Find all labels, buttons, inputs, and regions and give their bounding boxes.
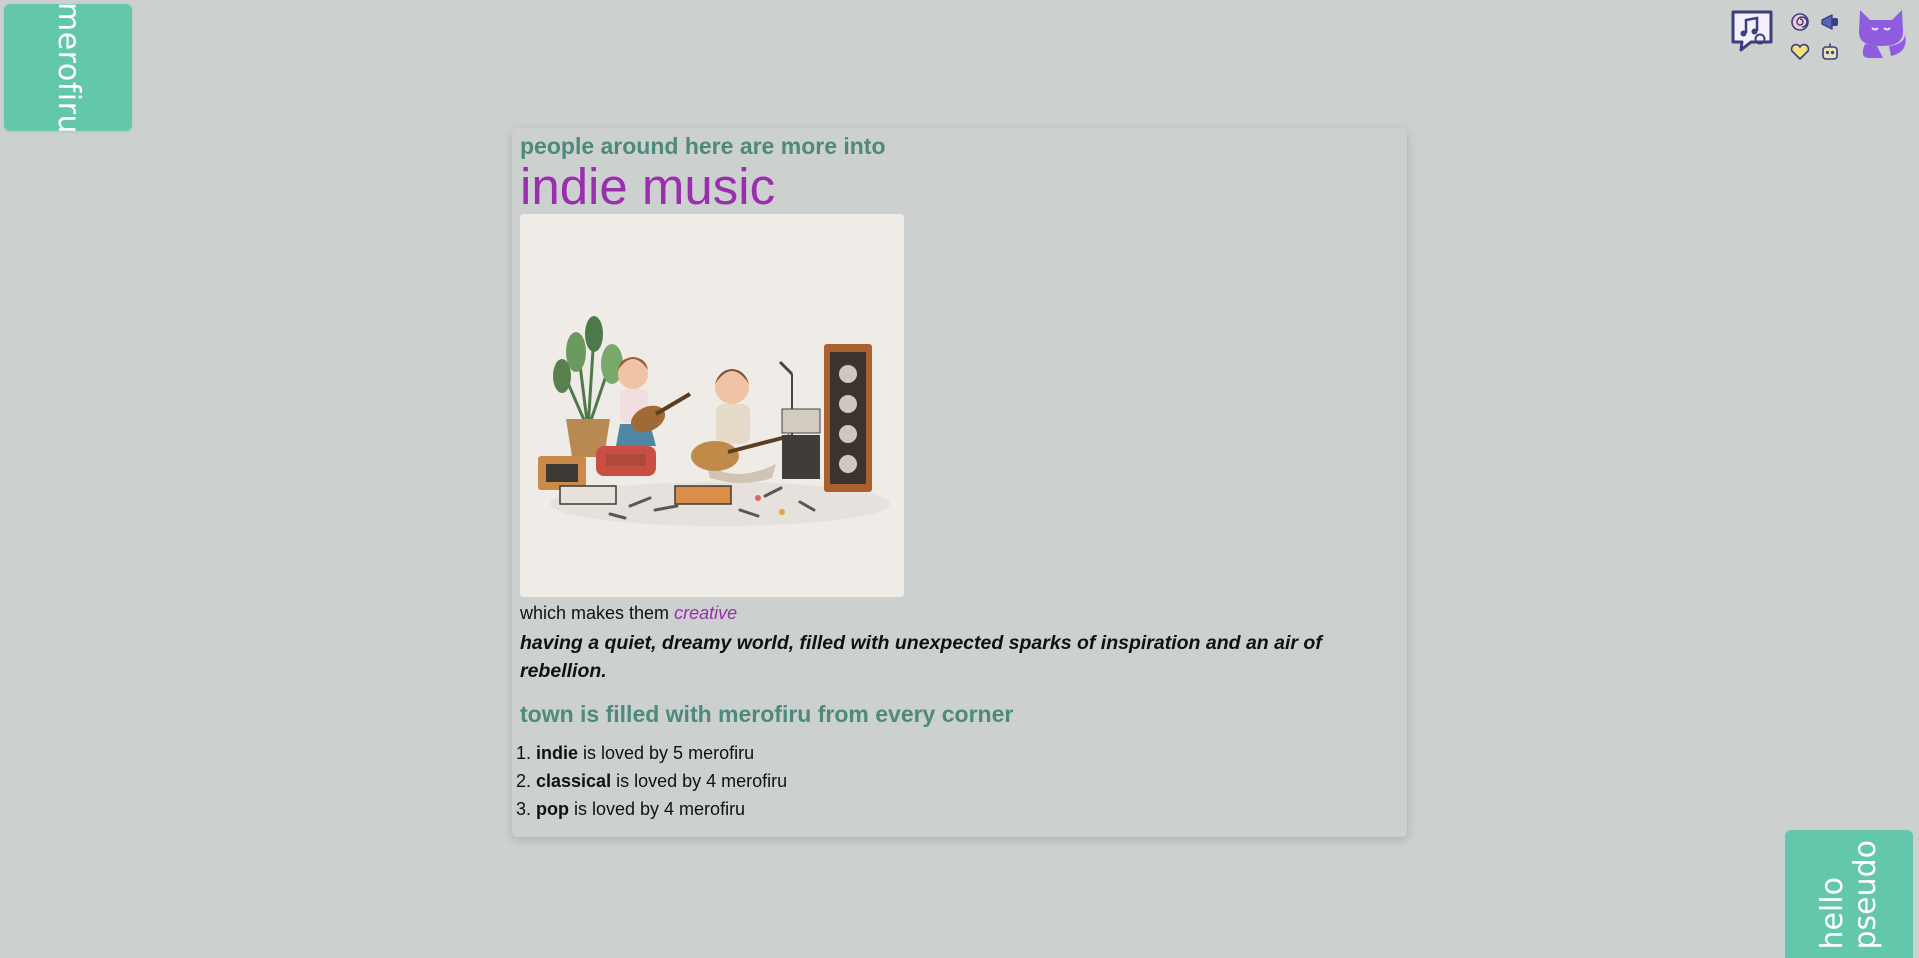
ranking-list: indie is loved by 5 merofiru classical i… [520,739,1399,823]
ranking-item: pop is loved by 4 merofiru [536,795,1399,823]
heart-icon[interactable] [1789,38,1811,66]
greeting-label: hello pseudo [1815,840,1883,950]
ranking-genre: pop [536,798,569,819]
robot-icon[interactable] [1819,38,1841,66]
cat-mascot-icon[interactable] [1853,6,1909,60]
ranking-text: is loved by 5 merofiru [578,742,755,763]
trait-description: having a quiet, dreamy world, filled wit… [520,632,1322,682]
header-icon-bar [1727,6,1909,66]
spiral-icon[interactable] [1789,8,1811,36]
topic-illustration [520,214,904,598]
ranking-text: is loved by 4 merofiru [569,798,746,819]
ranking-title: town is filled with merofiru from every … [520,701,1014,728]
ranking-item: classical is loved by 4 merofiru [536,767,1399,795]
brand-button[interactable]: merofiru [4,1,132,134]
ranking-genre: indie [536,742,579,763]
gear-stack [781,408,821,480]
speaker [824,344,872,493]
interest-card: people around here are more into indie m… [512,128,1407,837]
ranking-item: indie is loved by 5 merofiru [536,739,1399,767]
trait-line: which makes them creative [520,603,1399,624]
trait-word: creative [674,603,738,624]
mini-icon-grid [1789,8,1841,66]
ranking-genre: classical [536,770,612,791]
brand-label: merofiru [51,1,86,134]
megaphone-icon[interactable] [1819,8,1841,36]
amp-left [538,456,586,491]
trait-prefix: which makes them [520,603,670,624]
topic-title: indie music [520,157,776,215]
greeting-button[interactable]: hello pseudo [1785,830,1913,958]
intro-heading: people around here are more into [520,133,886,159]
ranking-text: is loved by 4 merofiru [611,770,788,791]
music-chat-icon[interactable] [1727,6,1777,56]
